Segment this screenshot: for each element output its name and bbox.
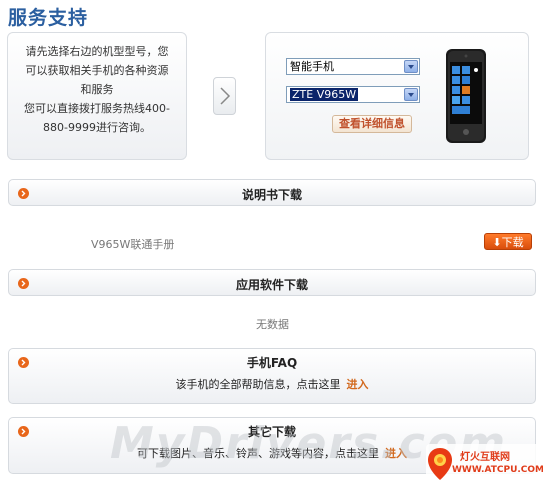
model-select-value: ZTE V965W: [290, 88, 359, 101]
page-title: 服务支持: [8, 7, 89, 29]
info-line: 880-9999进行咨询。: [43, 121, 151, 134]
model-select[interactable]: ZTE V965W: [286, 86, 420, 103]
manual-item-link[interactable]: V965W联通手册: [91, 236, 174, 252]
category-select[interactable]: 智能手机: [286, 58, 420, 75]
faq-description: 该手机的全部帮助信息，点击这里 进入: [9, 376, 535, 392]
download-button-label: 下载: [501, 236, 524, 249]
faq-title: 手机FAQ: [246, 356, 298, 370]
logo-url: WWW.ATCPU.COM: [452, 465, 543, 475]
faq-desc-text: 该手机的全部帮助信息，点击这里: [175, 378, 341, 391]
chevron-down-icon[interactable]: [404, 88, 418, 101]
download-button[interactable]: ⬇下载: [484, 233, 532, 250]
chevron-right-icon: [220, 87, 231, 105]
manual-download-title: 说明书下载: [241, 188, 302, 202]
next-arrow-button[interactable]: [213, 77, 236, 115]
phone-image: [446, 49, 486, 143]
service-info-box: 请先选择右边的机型型号，您 可以获取相关手机的各种资源 和服务 您可以直接拨打服…: [7, 32, 187, 160]
faq-section: 手机FAQ 该手机的全部帮助信息，点击这里 进入: [8, 348, 536, 404]
chevron-down-icon[interactable]: [404, 60, 418, 73]
info-line: 可以获取相关手机的各种资源: [25, 64, 169, 77]
manual-download-header[interactable]: 说明书下载: [8, 179, 536, 206]
info-line: 您可以直接拨打服务热线400-: [24, 102, 170, 115]
category-select-value: 智能手机: [290, 60, 334, 73]
apps-empty-text: 无数据: [256, 318, 289, 331]
apps-download-header[interactable]: 应用软件下载: [8, 269, 536, 296]
apps-download-title: 应用软件下载: [235, 278, 308, 292]
faq-enter-link[interactable]: 进入: [347, 378, 369, 391]
download-icon: ⬇: [492, 236, 502, 249]
info-line: 请先选择右边的机型型号，您: [25, 45, 169, 58]
logo-name: 灯火互联网: [460, 452, 510, 463]
view-details-button[interactable]: 查看详细信息: [332, 115, 412, 133]
info-line: 和服务: [80, 83, 114, 96]
